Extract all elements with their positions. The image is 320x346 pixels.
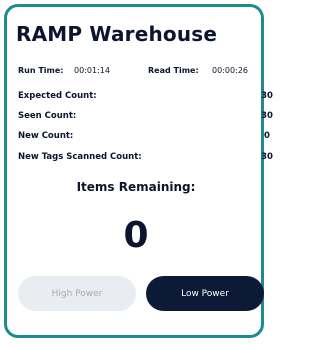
read-time-label: Read Time: [148, 66, 199, 75]
seen-count-value: 30 [261, 111, 273, 121]
low-power-button-label: Low Power [181, 288, 229, 299]
new-tags-scanned-count-label: New Tags Scanned Count: [18, 152, 142, 162]
high-power-button[interactable]: High Power [18, 276, 136, 311]
new-count-label: New Count: [18, 131, 74, 141]
new-count-value: 0 [264, 131, 270, 141]
expected-count-value: 30 [261, 91, 273, 101]
run-time-label: Run Time: [18, 66, 64, 75]
high-power-button-label: High Power [51, 288, 103, 299]
items-remaining-label: Items Remaining: [76, 180, 196, 194]
items-remaining-value: 0 [123, 215, 149, 256]
read-time-value: 00:00:26 [212, 66, 248, 75]
low-power-button[interactable]: Low Power [146, 276, 264, 311]
seen-count-label: Seen Count: [18, 111, 77, 121]
new-tags-scanned-count-value: 30 [261, 152, 273, 162]
run-time-value: 00:01:14 [74, 66, 110, 75]
app-title: RAMP Warehouse [16, 22, 218, 46]
expected-count-label: Expected Count: [18, 91, 97, 101]
